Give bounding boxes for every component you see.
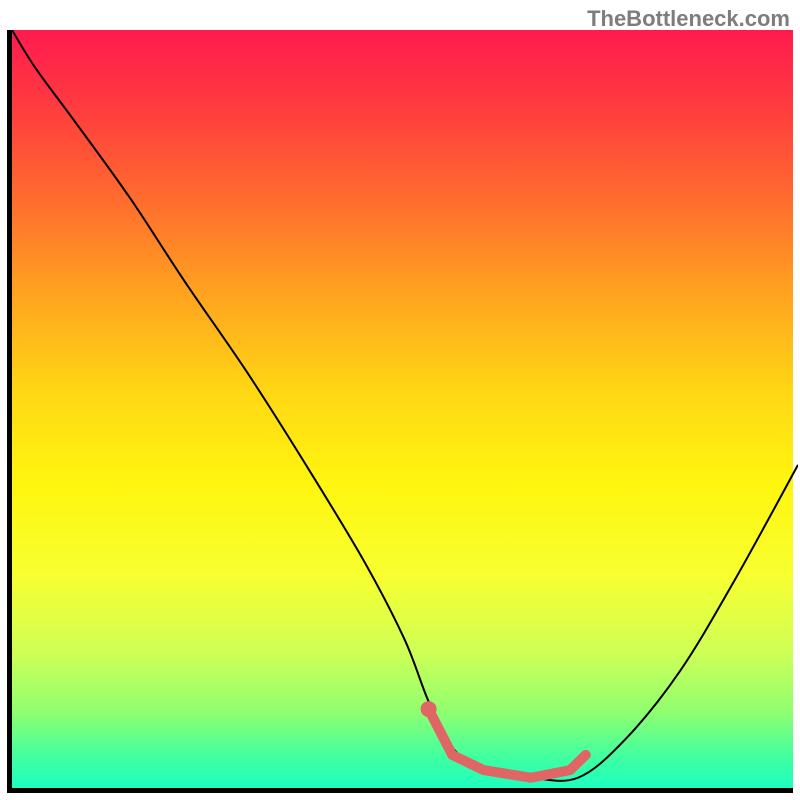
- curve-svg: [12, 30, 798, 793]
- highlight-segment: [429, 709, 586, 778]
- chart-container: TheBottleneck.com: [0, 0, 800, 800]
- highlight-dot: [421, 701, 437, 717]
- plot-area: [7, 30, 793, 793]
- bottleneck-curve: [12, 30, 798, 781]
- watermark-text: TheBottleneck.com: [587, 6, 790, 32]
